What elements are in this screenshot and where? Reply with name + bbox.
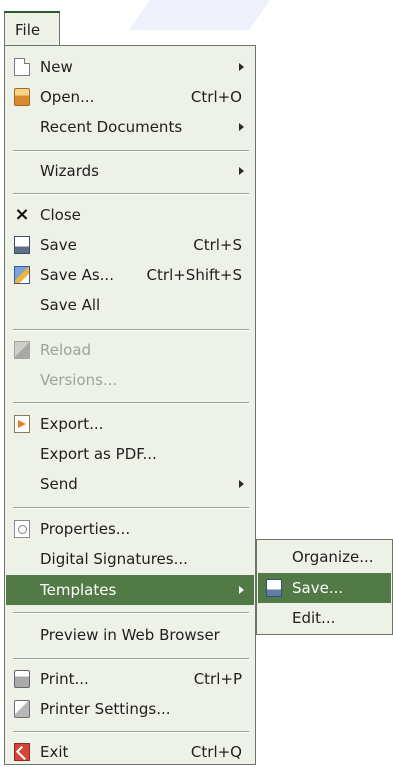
floppy-disk-icon — [14, 236, 30, 254]
recent-documents-label: Recent Documents — [40, 118, 183, 136]
reload-icon — [14, 341, 30, 359]
versions-menu-item: Versions... — [6, 365, 254, 395]
save-shortcut: Ctrl+S — [193, 236, 242, 254]
submenu-arrow-icon — [239, 63, 244, 71]
submenu-arrow-icon — [239, 480, 244, 488]
save-as-shortcut: Ctrl+Shift+S — [146, 266, 242, 284]
export-pdf-menu-item[interactable]: Export as PDF... — [6, 439, 254, 469]
edit-menu-item[interactable]: Edit... — [258, 603, 391, 633]
open-menu-item[interactable]: Open... Ctrl+O — [6, 82, 254, 112]
export-icon — [14, 415, 30, 433]
export-menu-item[interactable]: Export... — [6, 409, 254, 439]
wizards-label: Wizards — [40, 162, 99, 180]
print-menu-item[interactable]: Print... Ctrl+P — [6, 664, 254, 694]
reload-menu-item: Reload — [6, 335, 254, 365]
reload-label: Reload — [40, 341, 92, 359]
close-menu-item[interactable]: × Close — [6, 200, 254, 230]
submenu-arrow-icon — [239, 586, 244, 594]
properties-label: Properties... — [40, 520, 131, 538]
organize-menu-item[interactable]: Organize... — [258, 542, 391, 572]
file-menu-tab[interactable]: File — [4, 11, 60, 46]
templates-label: Templates — [40, 581, 117, 599]
save-as-menu-item[interactable]: Save As... Ctrl+Shift+S — [6, 260, 254, 290]
menu-separator — [13, 507, 249, 509]
submenu-arrow-icon — [239, 123, 244, 131]
menu-separator — [13, 658, 249, 660]
exit-menu-item[interactable]: Exit Ctrl+Q — [6, 737, 254, 767]
exit-icon — [14, 743, 30, 761]
menu-bar: File — [0, 0, 393, 46]
templates-submenu: Organize... Save... Edit... — [256, 539, 393, 635]
new-label: New — [40, 58, 73, 76]
template-save-label: Save... — [292, 579, 344, 597]
menu-separator — [13, 150, 249, 152]
document-icon — [14, 58, 30, 76]
folder-open-icon — [14, 88, 30, 106]
save-all-label: Save All — [40, 296, 101, 314]
save-as-label: Save As... — [40, 266, 114, 284]
preview-web-browser-menu-item[interactable]: Preview in Web Browser — [6, 620, 254, 650]
organize-label: Organize... — [292, 548, 374, 566]
file-menu: New Open... Ctrl+O Recent Documents Wiza… — [4, 45, 256, 765]
submenu-arrow-icon — [239, 167, 244, 175]
digital-signatures-label: Digital Signatures... — [40, 550, 188, 568]
print-shortcut: Ctrl+P — [193, 670, 242, 688]
properties-icon — [14, 520, 30, 538]
export-pdf-label: Export as PDF... — [40, 445, 157, 463]
digital-signatures-menu-item[interactable]: Digital Signatures... — [6, 544, 254, 574]
save-menu-item[interactable]: Save Ctrl+S — [6, 230, 254, 260]
template-save-menu-item[interactable]: Save... — [258, 573, 391, 603]
new-menu-item[interactable]: New — [6, 52, 254, 82]
export-label: Export... — [40, 415, 104, 433]
send-label: Send — [40, 475, 78, 493]
versions-label: Versions... — [40, 371, 118, 389]
printer-settings-menu-item[interactable]: Printer Settings... — [6, 694, 254, 724]
exit-shortcut: Ctrl+Q — [190, 743, 242, 761]
open-shortcut: Ctrl+O — [190, 88, 242, 106]
wizards-menu-item[interactable]: Wizards — [6, 156, 254, 186]
printer-settings-icon — [14, 700, 30, 718]
printer-icon — [14, 670, 30, 688]
save-as-icon — [14, 266, 30, 284]
menu-separator — [13, 402, 249, 404]
recent-documents-menu-item[interactable]: Recent Documents — [6, 112, 254, 142]
send-menu-item[interactable]: Send — [6, 469, 254, 499]
templates-menu-item[interactable]: Templates — [6, 575, 254, 605]
menu-separator — [13, 731, 249, 733]
edit-label: Edit... — [292, 609, 336, 627]
menu-separator — [13, 329, 249, 331]
print-label: Print... — [40, 670, 89, 688]
menu-separator — [13, 193, 249, 195]
close-icon: × — [14, 204, 30, 225]
exit-label: Exit — [40, 743, 69, 761]
file-menu-label: File — [15, 20, 41, 39]
printer-settings-label: Printer Settings... — [40, 700, 171, 718]
properties-menu-item[interactable]: Properties... — [6, 514, 254, 544]
save-all-menu-item[interactable]: Save All — [6, 290, 254, 320]
template-save-icon — [266, 579, 282, 597]
save-label: Save — [40, 236, 77, 254]
menu-separator — [13, 612, 249, 614]
close-label: Close — [40, 206, 81, 224]
preview-web-browser-label: Preview in Web Browser — [40, 626, 220, 644]
open-label: Open... — [40, 88, 95, 106]
